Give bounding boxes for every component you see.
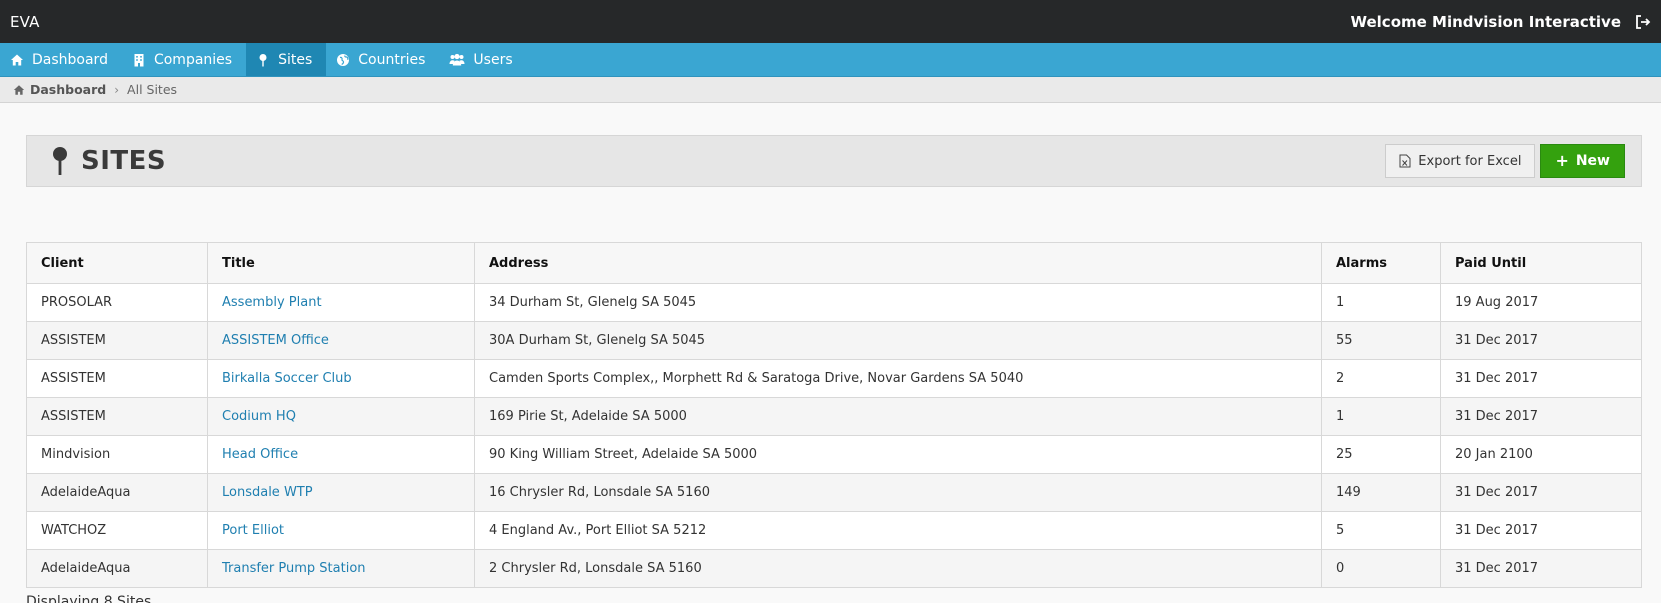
site-title-link[interactable]: Lonsdale WTP	[222, 485, 313, 500]
excel-file-icon	[1399, 154, 1411, 168]
users-icon	[449, 53, 465, 65]
cell-paid-until: 20 Jan 2100	[1440, 435, 1642, 474]
nav-sites[interactable]: Sites	[246, 43, 327, 76]
nav-dashboard[interactable]: Dashboard	[0, 43, 122, 76]
cell-address: 16 Chrysler Rd, Lonsdale SA 5160	[474, 473, 1322, 512]
page-title: SITES	[81, 146, 167, 176]
pin-icon	[259, 53, 267, 66]
site-title-link[interactable]: Codium HQ	[222, 409, 296, 424]
cell-address: 169 Pirie St, Adelaide SA 5000	[474, 397, 1322, 436]
table-row: AdelaideAqua Lonsdale WTP 16 Chrysler Rd…	[26, 473, 1642, 512]
table-row: AdelaideAqua Transfer Pump Station 2 Chr…	[26, 549, 1642, 588]
page-header: SITES Export for Excel + New	[26, 135, 1642, 187]
chevron-right-icon: ›	[114, 82, 120, 97]
cell-client: PROSOLAR	[26, 283, 208, 322]
nav-label: Users	[473, 51, 513, 68]
cell-address: 2 Chrysler Rd, Lonsdale SA 5160	[474, 549, 1322, 588]
cell-paid-until: 31 Dec 2017	[1440, 359, 1642, 398]
nav-label: Companies	[153, 51, 233, 68]
table-row: ASSISTEM Codium HQ 169 Pirie St, Adelaid…	[26, 397, 1642, 436]
new-site-label: New	[1575, 153, 1610, 169]
header-actions: Export for Excel + New	[1385, 144, 1625, 178]
breadcrumb-home-label: Dashboard	[30, 82, 107, 97]
page-title-group: SITES	[51, 146, 166, 176]
plus-icon: +	[1555, 151, 1569, 170]
globe-icon	[337, 53, 350, 66]
column-header-paid-until[interactable]: Paid Until	[1440, 242, 1642, 284]
column-header-alarms[interactable]: Alarms	[1321, 242, 1441, 284]
new-site-button[interactable]: + New	[1540, 144, 1625, 178]
breadcrumb: Dashboard › All Sites	[0, 77, 1661, 103]
cell-address: Camden Sports Complex,, Morphett Rd & Sa…	[474, 359, 1322, 398]
cell-address: 34 Durham St, Glenelg SA 5045	[474, 283, 1322, 322]
cell-client: WATCHOZ	[26, 511, 208, 550]
nav-users[interactable]: Users	[439, 43, 526, 76]
column-header-client[interactable]: Client	[26, 242, 208, 284]
cell-paid-until: 31 Dec 2017	[1440, 511, 1642, 550]
cell-alarms: 25	[1321, 435, 1441, 474]
pin-icon	[53, 147, 67, 175]
cell-client: ASSISTEM	[26, 397, 208, 436]
export-excel-label: Export for Excel	[1418, 153, 1522, 169]
table-row: ASSISTEM ASSISTEM Office 30A Durham St, …	[26, 321, 1642, 360]
cell-paid-until: 31 Dec 2017	[1440, 397, 1642, 436]
site-title-link[interactable]: Birkalla Soccer Club	[222, 371, 352, 386]
record-count: Displaying 8 Sites	[26, 594, 152, 603]
nav-label: Dashboard	[32, 51, 108, 68]
building-icon	[134, 53, 144, 66]
cell-client: AdelaideAqua	[26, 549, 208, 588]
cell-client: Mindvision	[26, 435, 208, 474]
top-bar: EVA Welcome Mindvision Interactive	[0, 0, 1661, 43]
breadcrumb-current: All Sites	[127, 82, 178, 97]
logout-icon[interactable]	[1635, 14, 1651, 30]
cell-alarms: 149	[1321, 473, 1441, 512]
site-title-link[interactable]: Transfer Pump Station	[222, 561, 366, 576]
table-header-row: Client Title Address Alarms Paid Until	[26, 242, 1642, 284]
cell-alarms: 5	[1321, 511, 1441, 550]
site-title-link[interactable]: Assembly Plant	[222, 295, 322, 310]
table-row: ASSISTEM Birkalla Soccer Club Camden Spo…	[26, 359, 1642, 398]
column-header-title[interactable]: Title	[207, 242, 475, 284]
table-row: Mindvision Head Office 90 King William S…	[26, 435, 1642, 474]
site-title-link[interactable]: Port Elliot	[222, 523, 284, 538]
site-title-link[interactable]: Head Office	[222, 447, 298, 462]
cell-client: AdelaideAqua	[26, 473, 208, 512]
nav-label: Countries	[358, 51, 426, 68]
nav-countries[interactable]: Countries	[326, 43, 439, 76]
cell-paid-until: 31 Dec 2017	[1440, 549, 1642, 588]
nav-label: Sites	[278, 51, 313, 68]
cell-alarms: 2	[1321, 359, 1441, 398]
cell-client: ASSISTEM	[26, 359, 208, 398]
site-title-link[interactable]: ASSISTEM Office	[222, 333, 329, 348]
cell-address: 30A Durham St, Glenelg SA 5045	[474, 321, 1322, 360]
app-brand[interactable]: EVA	[10, 13, 40, 31]
sites-table: Client Title Address Alarms Paid Until P…	[26, 242, 1642, 588]
export-excel-button[interactable]: Export for Excel	[1385, 144, 1536, 178]
user-area: Welcome Mindvision Interactive	[1350, 13, 1651, 31]
main-nav: Dashboard Companies Sites Countries User…	[0, 43, 1661, 77]
cell-client: ASSISTEM	[26, 321, 208, 360]
cell-paid-until: 19 Aug 2017	[1440, 283, 1642, 322]
column-header-address[interactable]: Address	[474, 242, 1322, 284]
home-icon	[13, 84, 25, 95]
welcome-text: Welcome Mindvision Interactive	[1350, 12, 1621, 31]
cell-paid-until: 31 Dec 2017	[1440, 321, 1642, 360]
cell-alarms: 0	[1321, 549, 1441, 588]
table-row: WATCHOZ Port Elliot 4 England Av., Port …	[26, 511, 1642, 550]
nav-companies[interactable]: Companies	[122, 43, 246, 76]
table-row: PROSOLAR Assembly Plant 34 Durham St, Gl…	[26, 283, 1642, 322]
cell-alarms: 1	[1321, 397, 1441, 436]
breadcrumb-home[interactable]: Dashboard	[13, 82, 106, 97]
cell-paid-until: 31 Dec 2017	[1440, 473, 1642, 512]
cell-alarms: 1	[1321, 283, 1441, 322]
sites-table-wrapper: Client Title Address Alarms Paid Until P…	[26, 242, 1642, 588]
home-icon	[11, 54, 23, 65]
cell-address: 4 England Av., Port Elliot SA 5212	[474, 511, 1322, 550]
cell-alarms: 55	[1321, 321, 1441, 360]
cell-address: 90 King William Street, Adelaide SA 5000	[474, 435, 1322, 474]
